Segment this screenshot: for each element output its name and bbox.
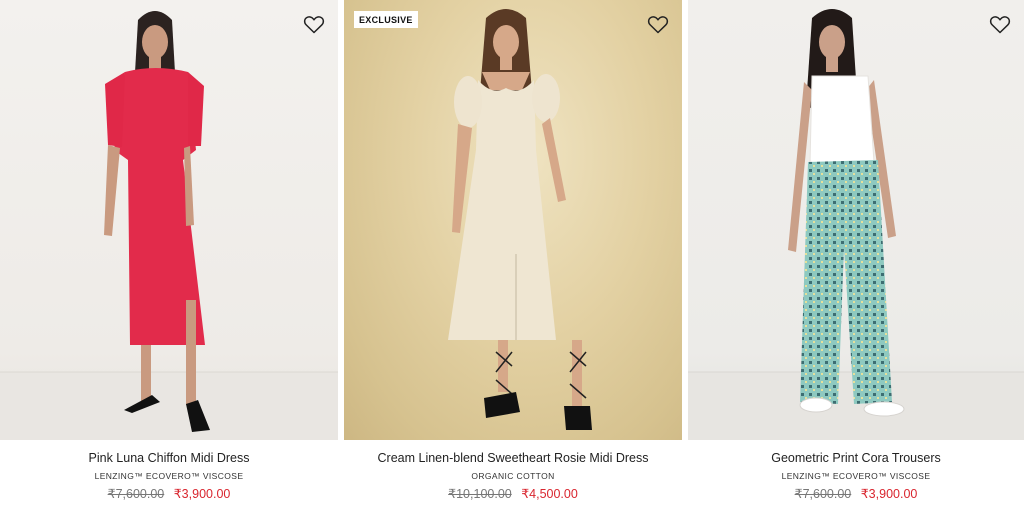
exclusive-badge: EXCLUSIVE [354, 11, 418, 28]
sale-price: ₹4,500.00 [521, 487, 578, 501]
product-image[interactable] [0, 0, 338, 440]
product-info: Geometric Print Cora Trousers LENZING™ E… [688, 451, 1024, 501]
price-row: ₹10,100.00 ₹4,500.00 [344, 486, 682, 501]
product-name[interactable]: Geometric Print Cora Trousers [688, 451, 1024, 465]
product-card[interactable]: Geometric Print Cora Trousers LENZING™ E… [688, 0, 1024, 507]
price-row: ₹7,600.00 ₹3,900.00 [0, 486, 338, 501]
product-info: Cream Linen-blend Sweetheart Rosie Midi … [344, 451, 682, 501]
model-geometric-trousers-illustration [688, 9, 1024, 440]
sale-price: ₹3,900.00 [860, 487, 918, 501]
original-price: ₹7,600.00 [107, 487, 165, 501]
product-fabric: ORGANIC COTTON [471, 471, 555, 481]
price-row: ₹7,600.00 ₹3,900.00 [688, 486, 1024, 501]
product-image[interactable]: EXCLUSIVE [344, 0, 682, 440]
product-card[interactable]: EXCLUSIVE Cream Linen-blend Sweetheart R… [344, 0, 682, 507]
product-name[interactable]: Pink Luna Chiffon Midi Dress [0, 451, 338, 465]
product-card[interactable]: Pink Luna Chiffon Midi Dress LENZING™ EC… [0, 0, 338, 507]
model-pink-dress-illustration [0, 11, 338, 440]
heart-outline-icon[interactable] [988, 12, 1012, 36]
product-grid: Pink Luna Chiffon Midi Dress LENZING™ EC… [0, 0, 1024, 507]
product-fabric: LENZING™ ECOVERO™ VISCOSE [94, 471, 244, 481]
heart-outline-icon[interactable] [646, 12, 670, 36]
model-cream-dress-illustration [448, 9, 592, 430]
sale-price: ₹3,900.00 [173, 487, 231, 501]
product-fabric: LENZING™ ECOVERO™ VISCOSE [781, 471, 931, 481]
product-name[interactable]: Cream Linen-blend Sweetheart Rosie Midi … [344, 451, 682, 465]
product-info: Pink Luna Chiffon Midi Dress LENZING™ EC… [0, 451, 338, 501]
heart-outline-icon[interactable] [302, 12, 326, 36]
product-image[interactable] [688, 0, 1024, 440]
original-price: ₹7,600.00 [794, 487, 852, 501]
original-price: ₹10,100.00 [448, 487, 512, 501]
